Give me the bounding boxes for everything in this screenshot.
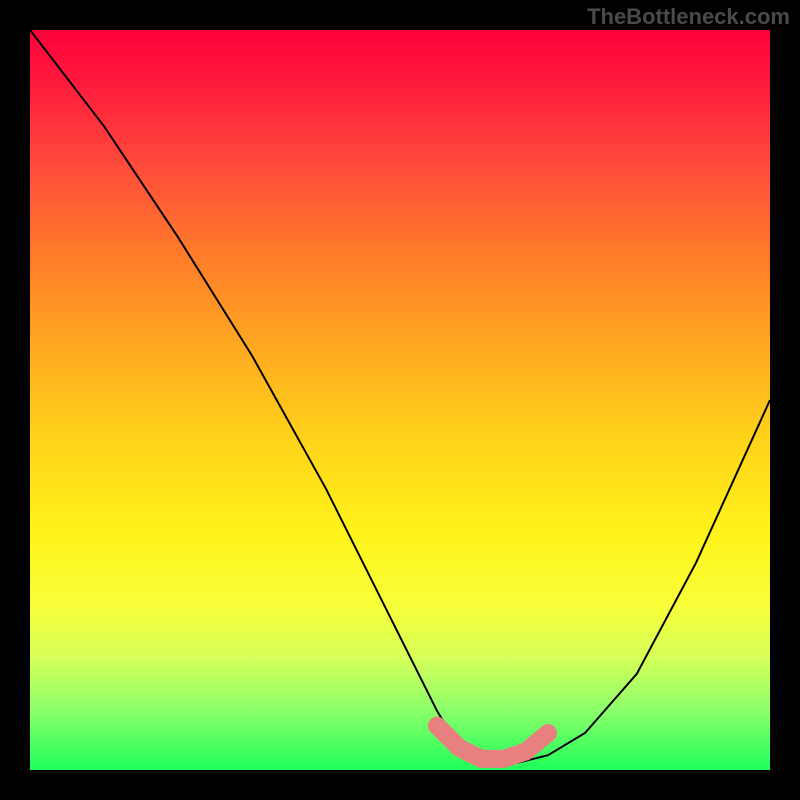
optimal-zone-highlight	[437, 726, 548, 759]
plot-area	[30, 30, 770, 770]
bottleneck-curve	[30, 30, 770, 763]
watermark-text: TheBottleneck.com	[587, 4, 790, 30]
chart-svg	[30, 30, 770, 770]
